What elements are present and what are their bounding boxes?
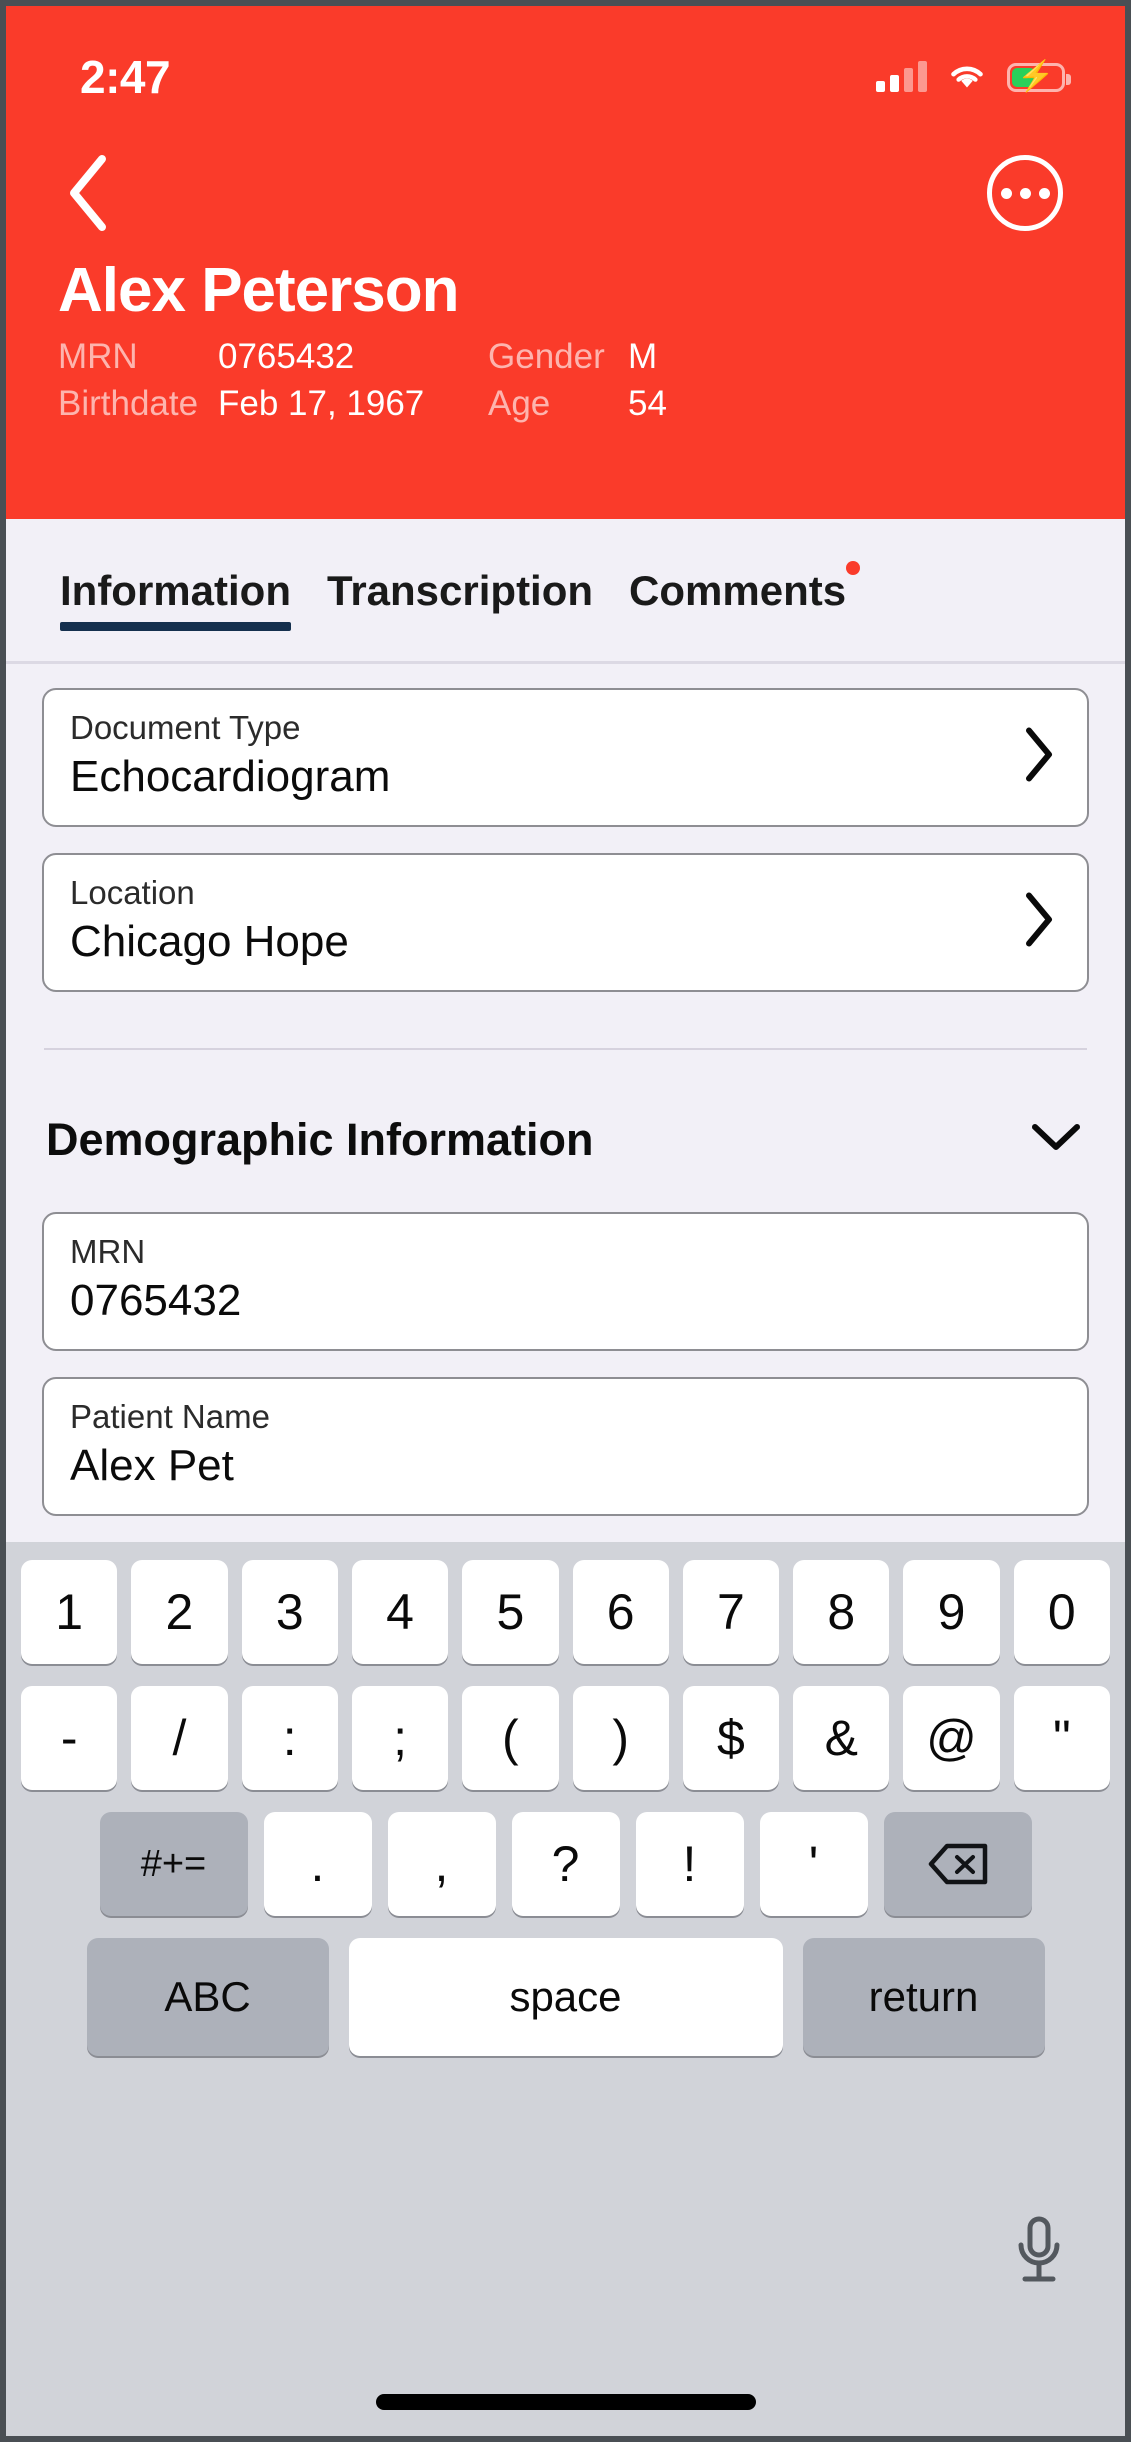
battery-charging-icon: ⚡ bbox=[1007, 62, 1071, 92]
tab-bar: Information Transcription Comments bbox=[6, 519, 1125, 664]
key-5[interactable]: 5 bbox=[462, 1560, 559, 1664]
back-button[interactable] bbox=[62, 153, 132, 233]
on-screen-keyboard: 1 2 3 4 5 6 7 8 9 0 - / : ; ( ) $ & @ " … bbox=[6, 1542, 1125, 2436]
key-space[interactable]: space bbox=[348, 1938, 783, 2056]
patient-header: 2:47 ⚡ Alex Peterson MRN 0765432 Gender … bbox=[6, 6, 1125, 519]
key-ampersand[interactable]: & bbox=[793, 1686, 890, 1790]
field-document-type[interactable]: Document Type Echocardiogram bbox=[42, 688, 1089, 827]
unread-badge-dot bbox=[846, 561, 861, 575]
field-document-type-value: Echocardiogram bbox=[70, 752, 391, 802]
key-3[interactable]: 3 bbox=[241, 1560, 338, 1664]
key-0[interactable]: 0 bbox=[1013, 1560, 1110, 1664]
key-7[interactable]: 7 bbox=[682, 1560, 780, 1664]
field-mrn-value: 0765432 bbox=[70, 1276, 242, 1326]
key-2[interactable]: 2 bbox=[131, 1560, 228, 1664]
tab-transcription[interactable]: Transcription bbox=[309, 567, 611, 631]
keyboard-row-numbers: 1 2 3 4 5 6 7 8 9 0 bbox=[15, 1560, 1116, 1664]
keyboard-row-punctuation: #+= . , ? ! ' bbox=[15, 1812, 1116, 1916]
chevron-right-icon bbox=[1019, 725, 1057, 790]
field-patient-name-value: Alex Pet bbox=[70, 1440, 234, 1490]
wifi-icon bbox=[951, 66, 983, 88]
key-symbols-toggle[interactable]: #+= bbox=[99, 1812, 248, 1916]
key-paren-close[interactable]: ) bbox=[572, 1686, 669, 1790]
chevron-right-icon bbox=[1019, 890, 1057, 955]
key-quote[interactable]: " bbox=[1013, 1686, 1110, 1790]
key-dollar[interactable]: $ bbox=[682, 1686, 780, 1790]
meta-value-gender: M bbox=[628, 337, 658, 377]
demographic-section-header[interactable]: Demographic Information bbox=[42, 1050, 1089, 1212]
key-1[interactable]: 1 bbox=[21, 1560, 118, 1664]
chevron-left-icon bbox=[70, 155, 106, 231]
ellipsis-dot bbox=[1038, 187, 1050, 199]
field-patient-name-label: Patient Name bbox=[70, 1397, 270, 1435]
dictation-button[interactable] bbox=[1011, 2215, 1067, 2296]
key-paren-open[interactable]: ( bbox=[462, 1686, 559, 1790]
field-mrn-label: MRN bbox=[70, 1232, 146, 1270]
navigation-row bbox=[58, 134, 1073, 252]
field-location-label: Location bbox=[70, 873, 195, 911]
keyboard-row-symbols: - / : ; ( ) $ & @ " bbox=[15, 1686, 1116, 1790]
key-4[interactable]: 4 bbox=[351, 1560, 449, 1664]
field-location-value: Chicago Hope bbox=[70, 917, 349, 967]
patient-name: Alex Peterson bbox=[58, 256, 460, 325]
field-document-type-label: Document Type bbox=[70, 709, 301, 746]
backspace-icon[interactable] bbox=[883, 1812, 1032, 1916]
key-return[interactable]: return bbox=[802, 1938, 1045, 2056]
meta-label-mrn: MRN bbox=[58, 337, 138, 377]
chevron-down-icon[interactable] bbox=[1029, 1120, 1083, 1159]
home-indicator[interactable] bbox=[375, 2394, 756, 2410]
status-bar: 2:47 ⚡ bbox=[58, 6, 1073, 134]
ellipsis-dot bbox=[1000, 187, 1012, 199]
meta-label-age: Age bbox=[488, 384, 551, 424]
tab-information-label: Information bbox=[60, 567, 291, 614]
key-period[interactable]: . bbox=[263, 1812, 372, 1916]
key-question[interactable]: ? bbox=[511, 1812, 620, 1916]
keyboard-row-bottom: ABC space return bbox=[15, 1938, 1116, 2056]
key-9[interactable]: 9 bbox=[903, 1560, 1000, 1664]
key-comma[interactable]: , bbox=[387, 1812, 496, 1916]
key-abc-toggle[interactable]: ABC bbox=[86, 1938, 329, 2056]
meta-value-age: 54 bbox=[628, 384, 667, 424]
key-apostrophe[interactable]: ' bbox=[759, 1812, 868, 1916]
key-semicolon[interactable]: ; bbox=[351, 1686, 449, 1790]
meta-label-birthdate: Birthdate bbox=[58, 384, 199, 424]
field-patient-name[interactable]: Patient Name Alex Pet bbox=[42, 1376, 1089, 1516]
key-exclamation[interactable]: ! bbox=[635, 1812, 744, 1916]
tab-comments[interactable]: Comments bbox=[611, 561, 864, 631]
tab-transcription-label: Transcription bbox=[326, 567, 594, 614]
key-6[interactable]: 6 bbox=[572, 1560, 669, 1664]
ellipsis-dot bbox=[1019, 187, 1031, 199]
key-slash[interactable]: / bbox=[131, 1686, 228, 1790]
key-hyphen[interactable]: - bbox=[21, 1686, 118, 1790]
key-at[interactable]: @ bbox=[903, 1686, 1000, 1790]
microphone-icon bbox=[1018, 2216, 1060, 2282]
more-options-button[interactable] bbox=[987, 155, 1063, 231]
status-bar-time: 2:47 bbox=[80, 51, 171, 103]
field-location[interactable]: Location Chicago Hope bbox=[42, 852, 1089, 992]
key-8[interactable]: 8 bbox=[793, 1560, 890, 1664]
meta-label-gender: Gender bbox=[488, 337, 605, 377]
demographic-section-title: Demographic Information bbox=[46, 1113, 594, 1165]
meta-value-birthdate: Feb 17, 1967 bbox=[218, 384, 425, 424]
key-colon[interactable]: : bbox=[241, 1686, 338, 1790]
meta-value-mrn: 0765432 bbox=[218, 337, 355, 377]
status-bar-icons: ⚡ bbox=[876, 61, 1071, 92]
cellular-signal-icon bbox=[876, 61, 927, 92]
tab-comments-label: Comments bbox=[629, 567, 847, 614]
patient-meta: MRN 0765432 Gender M Birthdate Feb 17, 1… bbox=[58, 337, 1073, 424]
field-mrn[interactable]: MRN 0765432 bbox=[42, 1211, 1089, 1351]
tab-information[interactable]: Information bbox=[42, 567, 309, 631]
phone-screen: 2:47 ⚡ Alex Peterson MRN 0765432 Gender … bbox=[0, 0, 1131, 2442]
